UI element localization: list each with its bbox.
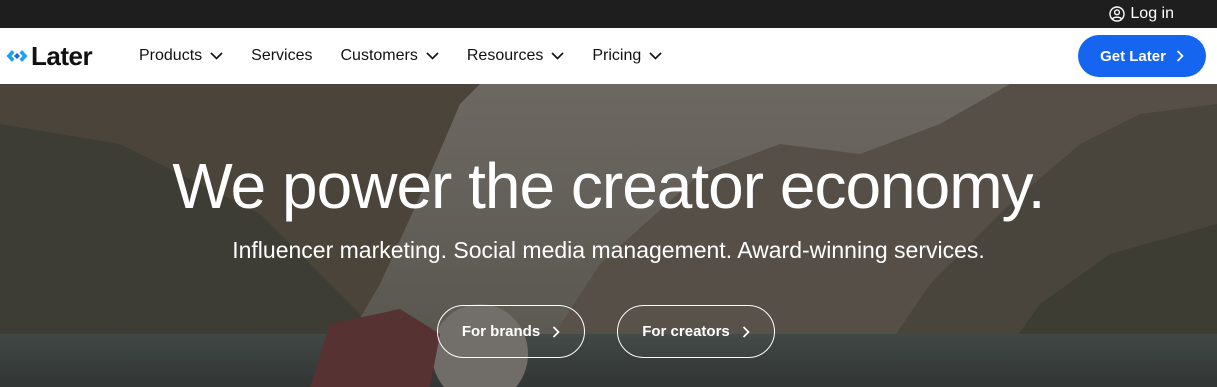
login-link[interactable]: Log in (1109, 4, 1174, 24)
later-logo[interactable]: Later (6, 40, 93, 71)
nav-item-label: Customers (340, 47, 418, 64)
nav-item-label: Services (251, 47, 313, 64)
user-circle-icon (1109, 6, 1126, 22)
nav-item-pricing[interactable]: Pricing (592, 47, 662, 65)
chevron-down-icon (210, 52, 223, 60)
for-creators-label: For creators (642, 323, 730, 340)
chevron-down-icon (551, 52, 564, 60)
main-navigation: Later Products Services Customers Resour… (0, 28, 1217, 84)
chevron-down-icon (649, 52, 662, 60)
nav-item-label: Pricing (592, 47, 642, 64)
chevron-right-icon (742, 325, 750, 338)
hero-section: We power the creator economy. Influencer… (0, 84, 1217, 387)
get-later-button[interactable]: Get Later (1078, 35, 1206, 77)
logo-wordmark: Later (31, 40, 93, 71)
for-creators-button[interactable]: For creators (617, 305, 775, 358)
nav-item-customers[interactable]: Customers (341, 47, 439, 65)
nav-item-products[interactable]: Products (139, 47, 223, 65)
later-logo-icon (6, 50, 28, 62)
chevron-right-icon (1176, 50, 1184, 62)
login-label: Log in (1130, 5, 1174, 22)
hero-headline: We power the creator economy. (172, 150, 1045, 222)
chevron-right-icon (553, 325, 560, 338)
nav-item-label: Products (139, 47, 203, 64)
hero-subheadline: Influencer marketing. Social media manag… (232, 237, 985, 263)
get-later-label: Get Later (1100, 47, 1166, 65)
nav-item-services[interactable]: Services (251, 47, 312, 65)
nav-menu: Products Services Customers Resources Pr… (139, 28, 690, 84)
for-brands-button[interactable]: For brands (437, 305, 585, 358)
nav-item-resources[interactable]: Resources (467, 47, 564, 65)
utility-bar: Log in (0, 0, 1217, 28)
nav-item-label: Resources (466, 47, 544, 64)
for-brands-label: For brands (461, 323, 541, 340)
chevron-down-icon (426, 52, 439, 60)
